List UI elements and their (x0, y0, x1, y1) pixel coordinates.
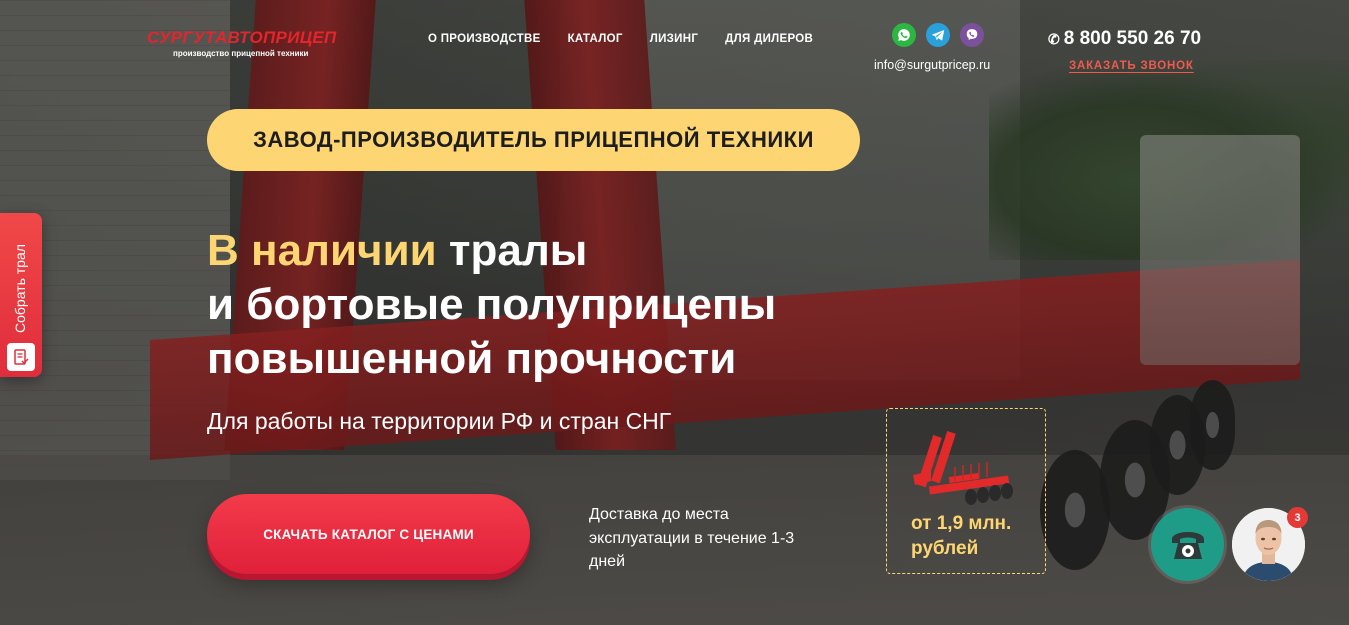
price-currency: рублей (911, 538, 979, 559)
site-logo[interactable]: СУРГУТАВТОПРИЦЕП производство прицепной … (147, 28, 337, 58)
hero-headline: В наличии тралы и бортовые полуприцепы п… (207, 224, 776, 386)
headline-line1-rest: тралы (436, 226, 588, 275)
headline-line2: и бортовые полуприцепы (207, 280, 777, 329)
logo-tagline: производство прицепной техники (173, 49, 309, 58)
build-trailer-tab[interactable]: Собрать трал (0, 213, 42, 377)
phone-text: 8 800 550 26 70 (1063, 28, 1202, 49)
trailer-icon (913, 431, 1013, 505)
telephone-icon (1171, 531, 1204, 559)
download-catalog-button[interactable]: СКАЧАТЬ КАТАЛОГ С ЦЕНАМИ (207, 494, 530, 574)
telegram-icon[interactable] (926, 23, 950, 47)
nav-item-catalog[interactable]: КАТАЛОГ (568, 33, 623, 45)
nav-item-leasing[interactable]: ЛИЗИНГ (650, 33, 698, 45)
nav-item-production[interactable]: О ПРОИЗВОДСТВЕ (428, 33, 541, 45)
call-widget-button[interactable] (1151, 508, 1224, 581)
nav-item-dealers[interactable]: ДЛЯ ДИЛЕРОВ (725, 33, 813, 45)
phone-icon: ✆ (1048, 30, 1060, 47)
phone-number[interactable]: ✆ 8 800 550 26 70 (1048, 28, 1201, 50)
checklist-icon (7, 343, 35, 371)
whatsapp-icon[interactable] (892, 23, 916, 47)
hero-badge: ЗАВОД-ПРОИЗВОДИТЕЛЬ ПРИЦЕПНОЙ ТЕХНИКИ (207, 109, 860, 171)
price-card: от 1,9 млн. рублей (886, 408, 1046, 574)
delivery-info: Доставка до места эксплуатации в течение… (589, 506, 795, 570)
headline-line3: повышенной прочности (207, 334, 737, 383)
side-tab-label: Собрать трал (12, 244, 28, 333)
order-callback-link[interactable]: ЗАКАЗАТЬ ЗВОНОК (1069, 60, 1194, 72)
hero-subline: Для работы на территории РФ и стран СНГ (207, 408, 672, 434)
messenger-links (892, 23, 984, 47)
email-link[interactable]: info@surgutpricep.ru (874, 58, 990, 72)
main-nav: О ПРОИЗВОДСТВЕ КАТАЛОГ ЛИЗИНГ ДЛЯ ДИЛЕРО… (428, 33, 813, 45)
viber-icon[interactable] (960, 23, 984, 47)
price-amount: от 1,9 млн. (911, 513, 1012, 534)
headline-accent: В наличии (207, 226, 437, 275)
price-text: от 1,9 млн. рублей (911, 511, 1011, 561)
logo-name: СУРГУТАВТОПРИЦЕП (147, 28, 337, 47)
notification-badge: 3 (1287, 507, 1308, 528)
